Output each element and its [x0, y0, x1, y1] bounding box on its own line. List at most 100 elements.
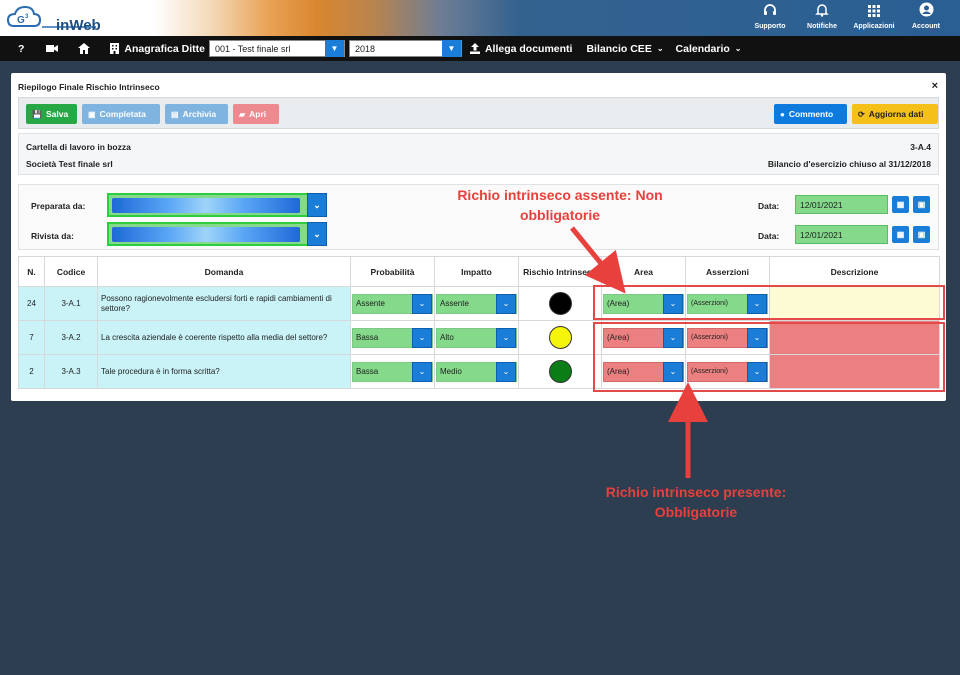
- chevron-down-icon: ⌄: [496, 293, 516, 314]
- data-rivista-field[interactable]: 12/01/2021: [795, 225, 888, 244]
- workbook-info: Cartella di lavoro in bozza Società Test…: [18, 133, 939, 175]
- redacted-user: 👤: [112, 197, 300, 213]
- col-n: N.: [18, 256, 45, 287]
- impatto-select[interactable]: Assente ⌄: [436, 293, 517, 314]
- data-label: Data:: [758, 231, 780, 241]
- chevron-down-icon: ▼: [324, 40, 344, 57]
- rivista-label: Rivista da:: [31, 231, 74, 241]
- top-icons: Supporto Notifiche Applicazioni Account: [744, 2, 952, 32]
- anagrafica-ditte-label: Anagrafica Ditte: [124, 42, 205, 55]
- company-select[interactable]: 001 - Test finale srl ▼: [208, 40, 345, 57]
- chevron-down-icon: ⌄: [734, 44, 742, 53]
- risk-indicator: [548, 360, 572, 383]
- help-button[interactable]: ?: [0, 43, 36, 55]
- annotation-required: Richio intrinseco presente: Obbligatorie: [586, 482, 806, 522]
- home-icon: [78, 43, 91, 54]
- impatto-value: Assente: [440, 299, 469, 308]
- apps-link[interactable]: Applicazioni: [848, 2, 900, 32]
- col-rischio: Rischio Intrinseco: [518, 256, 602, 287]
- sync-icon: ⟳: [858, 109, 865, 119]
- preparata-label: Preparata da:: [31, 201, 86, 211]
- row-number: 7: [18, 320, 45, 355]
- support-label: Supporto: [754, 23, 786, 30]
- probabilita-select[interactable]: Bassa ⌄: [352, 327, 433, 348]
- impatto-value: Alto: [440, 333, 454, 342]
- user-icon: 👤: [115, 202, 124, 209]
- video-camera-icon: [46, 45, 59, 52]
- impatto-select[interactable]: Alto ⌄: [436, 327, 517, 348]
- chevron-down-icon: ⌄: [307, 222, 327, 246]
- anagrafica-ditte-menu[interactable]: Anagrafica Ditte: [100, 43, 215, 55]
- data-preparata-field[interactable]: 12/01/2021: [795, 195, 888, 214]
- probabilita-select[interactable]: Bassa ⌄: [352, 361, 433, 382]
- annotation-not-required: Richio intrinseco assente: Non obbligato…: [440, 185, 680, 225]
- home-button[interactable]: [68, 43, 100, 54]
- row-number: 2: [18, 354, 45, 389]
- archivia-label: Archivia: [182, 109, 217, 119]
- table-header-row: N. Codice Domanda Probabilità Impatto Ri…: [18, 256, 940, 287]
- col-probabilita: Probabilità: [350, 256, 435, 287]
- chevron-down-icon: ⌄: [412, 327, 432, 348]
- data-label: Data:: [758, 201, 780, 211]
- headset-icon: [744, 2, 796, 22]
- workbook-code: 3-A.4: [910, 142, 931, 152]
- impatto-select[interactable]: Medio ⌄: [436, 361, 517, 382]
- support-link[interactable]: Supporto: [744, 2, 796, 32]
- completata-button[interactable]: ▣ Completata: [82, 104, 160, 124]
- logo-text: inWeb: [56, 17, 101, 34]
- building-icon: [110, 43, 120, 54]
- row-number: 24: [18, 286, 45, 321]
- workbook-status: Cartella di lavoro in bozza: [26, 142, 131, 152]
- account-link[interactable]: Account: [900, 2, 952, 32]
- preparata-select[interactable]: 👤 ⌄: [107, 193, 327, 217]
- aggiorna-dati-button[interactable]: ⟳ Aggiorna dati: [852, 104, 938, 124]
- data-preparata-value: 12/01/2021: [800, 199, 843, 210]
- chevron-down-icon: ⌄: [412, 361, 432, 382]
- salva-button[interactable]: 💾 Salva: [26, 104, 77, 124]
- commento-button[interactable]: ● Commento: [774, 104, 847, 124]
- archivia-button[interactable]: ▤ Archivia: [165, 104, 228, 124]
- save-icon: 💾: [32, 109, 42, 119]
- comment-icon: ●: [780, 109, 785, 119]
- calendar-icon[interactable]: ▦: [892, 196, 909, 213]
- svg-text:G: G: [17, 15, 25, 26]
- folder-open-icon: ▰: [239, 109, 246, 119]
- redacted-user: 👤: [112, 226, 300, 242]
- chevron-down-icon: ⌄: [656, 44, 664, 53]
- apri-button[interactable]: ▰ Apri: [233, 104, 279, 124]
- year-select[interactable]: 2018 ▼: [348, 40, 462, 57]
- risk-indicator: [548, 292, 572, 315]
- col-descrizione: Descrizione: [769, 256, 940, 287]
- calendar-icon[interactable]: ▦: [892, 226, 909, 243]
- row-question: Possono ragionevolmente escludersi forti…: [97, 286, 351, 321]
- video-button[interactable]: [36, 44, 68, 53]
- row-code: 3-A.3: [44, 354, 98, 389]
- grid-icon: [848, 2, 900, 22]
- chevron-down-icon: ⌄: [307, 193, 327, 217]
- rivista-select[interactable]: 👤 ⌄: [107, 222, 327, 246]
- bilancio-cee-menu[interactable]: Bilancio CEE ⌄: [582, 43, 667, 55]
- notifications-link[interactable]: Notifiche: [796, 2, 848, 32]
- col-asserzioni: Asserzioni: [685, 256, 770, 287]
- archive-icon: ▤: [171, 109, 179, 119]
- notifications-label: Notifiche: [807, 23, 837, 30]
- highlight-not-required: [593, 285, 945, 320]
- action-toolbar: 💾 Salva ▣ Completata ▤ Archivia ▰ Apri ●…: [18, 97, 939, 129]
- calendario-menu[interactable]: Calendario ⌄: [668, 43, 750, 55]
- impatto-value: Medio: [440, 367, 462, 376]
- chevron-down-icon: ▼: [441, 40, 461, 57]
- col-impatto: Impatto: [434, 256, 519, 287]
- calendar-check-icon[interactable]: ▣: [913, 226, 930, 243]
- probabilita-value: Assente: [356, 299, 385, 308]
- company-name: Società Test finale srl: [26, 159, 113, 169]
- allega-documenti-button[interactable]: Allega documenti: [462, 43, 583, 55]
- data-rivista-value: 12/01/2021: [800, 229, 843, 240]
- calendar-check-icon[interactable]: ▣: [913, 196, 930, 213]
- apri-label: Apri: [249, 109, 267, 119]
- col-area: Area: [601, 256, 686, 287]
- year-select-value: 2018: [354, 43, 375, 54]
- close-icon[interactable]: ×: [932, 80, 938, 92]
- calendario-label: Calendario: [675, 42, 730, 55]
- row-code: 3-A.1: [44, 286, 98, 321]
- probabilita-select[interactable]: Assente ⌄: [352, 293, 433, 314]
